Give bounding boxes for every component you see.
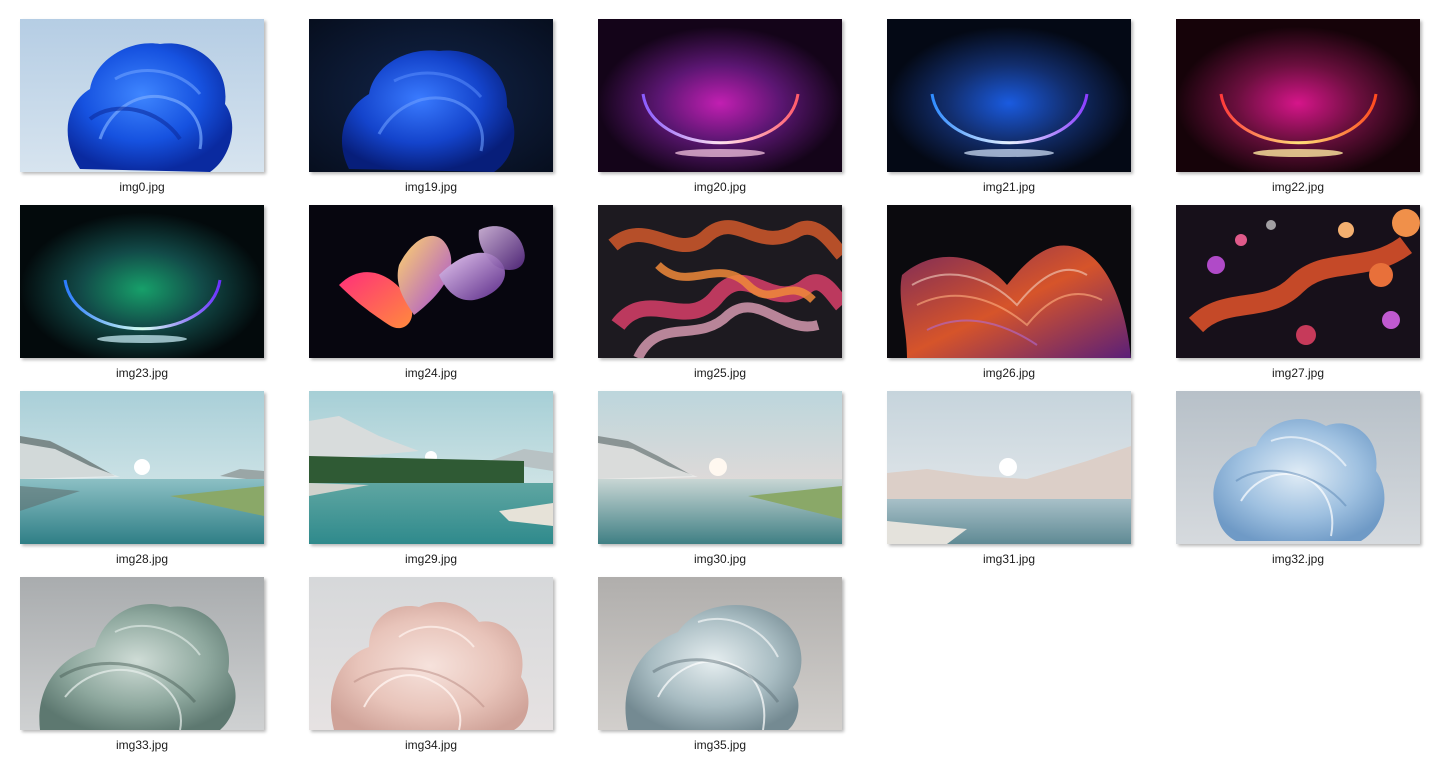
file-item-img30[interactable]: img30.jpg xyxy=(598,391,844,569)
thumbnail-image[interactable] xyxy=(598,205,842,358)
thumbnail-image[interactable] xyxy=(20,391,264,544)
file-item-img25[interactable]: img25.jpg xyxy=(598,205,844,383)
file-item-img22[interactable]: img22.jpg xyxy=(1176,19,1422,197)
file-item-img23[interactable]: img23.jpg xyxy=(20,205,266,383)
thumbnail-image[interactable] xyxy=(309,391,553,544)
thumbnail-image[interactable] xyxy=(887,391,1131,544)
thumbnail-image[interactable] xyxy=(1176,391,1420,544)
file-name-label: img0.jpg xyxy=(119,180,165,194)
thumbnail-image[interactable] xyxy=(887,205,1131,358)
file-name-label: img27.jpg xyxy=(1271,366,1325,380)
file-item-img20[interactable]: img20.jpg xyxy=(598,19,844,197)
file-name-label: img21.jpg xyxy=(982,180,1036,194)
file-item-img21[interactable]: img21.jpg xyxy=(887,19,1133,197)
thumbnail-image[interactable] xyxy=(1176,205,1420,358)
file-name-label: img23.jpg xyxy=(115,366,169,380)
thumbnail-image[interactable] xyxy=(20,19,264,172)
file-item-img26[interactable]: img26.jpg xyxy=(887,205,1133,383)
file-name-label: img35.jpg xyxy=(693,738,747,752)
file-name-label: img19.jpg xyxy=(404,180,458,194)
thumbnail-image[interactable] xyxy=(309,19,553,172)
thumbnail-image[interactable] xyxy=(598,391,842,544)
file-item-img34[interactable]: img34.jpg xyxy=(309,577,555,755)
thumbnail-image[interactable] xyxy=(598,19,842,172)
file-name-label: img25.jpg xyxy=(693,366,747,380)
file-item-img33[interactable]: img33.jpg xyxy=(20,577,266,755)
thumbnail-image[interactable] xyxy=(20,205,264,358)
file-item-img0[interactable]: img0.jpg xyxy=(20,19,266,197)
file-name-label: img20.jpg xyxy=(693,180,747,194)
thumbnail-image[interactable] xyxy=(309,577,553,730)
file-item-img29[interactable]: img29.jpg xyxy=(309,391,555,569)
file-name-label: img33.jpg xyxy=(115,738,169,752)
file-name-label: img32.jpg xyxy=(1271,552,1325,566)
file-name-label: img29.jpg xyxy=(404,552,458,566)
thumbnail-grid: img0.jpg img19.jpg img20.jpg img21.jpg i… xyxy=(0,0,1443,780)
file-name-label: img26.jpg xyxy=(982,366,1036,380)
file-item-img24[interactable]: img24.jpg xyxy=(309,205,555,383)
file-item-img32[interactable]: img32.jpg xyxy=(1176,391,1422,569)
file-item-img27[interactable]: img27.jpg xyxy=(1176,205,1422,383)
file-item-img19[interactable]: img19.jpg xyxy=(309,19,555,197)
file-name-label: img31.jpg xyxy=(982,552,1036,566)
file-item-img28[interactable]: img28.jpg xyxy=(20,391,266,569)
file-name-label: img30.jpg xyxy=(693,552,747,566)
file-name-label: img34.jpg xyxy=(404,738,458,752)
file-name-label: img24.jpg xyxy=(404,366,458,380)
file-name-label: img22.jpg xyxy=(1271,180,1325,194)
thumbnail-image[interactable] xyxy=(1176,19,1420,172)
file-name-label: img28.jpg xyxy=(115,552,169,566)
thumbnail-image[interactable] xyxy=(598,577,842,730)
thumbnail-image[interactable] xyxy=(887,19,1131,172)
file-item-img35[interactable]: img35.jpg xyxy=(598,577,844,755)
file-item-img31[interactable]: img31.jpg xyxy=(887,391,1133,569)
thumbnail-image[interactable] xyxy=(20,577,264,730)
thumbnail-image[interactable] xyxy=(309,205,553,358)
